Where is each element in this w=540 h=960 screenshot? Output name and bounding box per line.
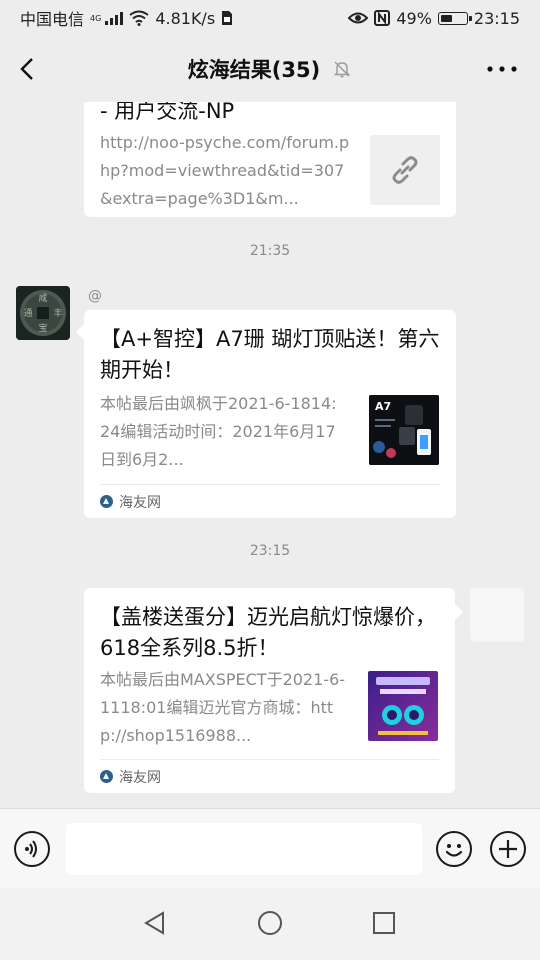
- bubble-tail: [455, 604, 463, 620]
- link-thumbnail: [370, 135, 440, 205]
- link-card-title: 【盖楼送蛋分】迈光启航灯惊爆价，618全系列8.5折！: [100, 605, 436, 660]
- status-left: 中国电信 4G 4.81K/s: [20, 6, 233, 30]
- link-thumbnail: A7: [369, 395, 439, 465]
- emoji-button[interactable]: [436, 831, 472, 867]
- input-bar: [0, 808, 540, 888]
- clock: 23:15: [473, 8, 520, 28]
- back-icon[interactable]: [14, 54, 44, 84]
- voice-icon: [25, 840, 37, 858]
- nfc-icon: [374, 10, 391, 26]
- eye-icon: [348, 12, 369, 24]
- thumb-label: A7: [375, 400, 391, 413]
- more-functions-button[interactable]: [490, 831, 526, 867]
- timestamp: 21:35: [249, 243, 291, 259]
- link-card-footer: 海友网: [100, 759, 439, 793]
- system-navigation-bar: [0, 888, 540, 960]
- plus-icon: [499, 840, 517, 858]
- wifi-icon: [129, 10, 149, 26]
- status-right: 49% 23:15: [348, 9, 520, 28]
- nav-bar: 炫海结果(35): [0, 36, 540, 102]
- svg-text:通: 通: [23, 308, 32, 319]
- link-card-footer: 海友网: [100, 484, 440, 518]
- coin-avatar-image: 咸 宝 通 丰: [16, 286, 70, 340]
- battery-percent: 49%: [396, 8, 432, 28]
- source-icon: [100, 770, 113, 783]
- link-thumbnail: [368, 671, 438, 741]
- home-circle-icon[interactable]: [257, 910, 283, 936]
- svg-text:丰: 丰: [53, 307, 62, 319]
- network-type: 4G: [90, 13, 102, 23]
- sender-name: @: [88, 288, 102, 304]
- source-name: 海友网: [119, 769, 161, 786]
- sim-card-icon: [222, 11, 233, 25]
- link-card-title: 【A+智控】A7珊 瑚灯顶贴送！第六期开始！: [100, 327, 440, 382]
- link-card[interactable]: - 用户交流-NP http://noo-psyche.com/forum.ph…: [84, 102, 456, 217]
- carrier-label: 中国电信: [20, 10, 85, 29]
- chat-area[interactable]: - 用户交流-NP http://noo-psyche.com/forum.ph…: [0, 102, 540, 808]
- svg-text:咸: 咸: [38, 292, 47, 304]
- product-image: A7: [369, 395, 439, 465]
- link-card-desc: 本帖最后由MAXSPECT于2021-6-1118:01编辑迈光官方商城：htt…: [100, 670, 346, 745]
- mute-bell-icon: [334, 61, 351, 78]
- signal-icon: [105, 11, 124, 25]
- link-card-desc: 本帖最后由飒枫于2021-6-1814:24编辑活动时间：2021年6月17日到…: [100, 394, 337, 469]
- svg-text:宝: 宝: [38, 322, 47, 334]
- bubble-tail: [76, 324, 84, 340]
- message-input[interactable]: [66, 823, 422, 875]
- network-speed: 4.81K/s: [155, 8, 216, 28]
- status-bar: 中国电信 4G 4.81K/s 49% 23:15: [0, 0, 540, 36]
- timestamp: 23:15: [249, 543, 291, 559]
- link-card-url: http://noo-psyche.com/forum.php?mod=view…: [100, 133, 350, 208]
- avatar[interactable]: 咸 宝 通 丰: [16, 286, 70, 340]
- recents-square-icon[interactable]: [372, 911, 396, 935]
- back-triangle-icon[interactable]: [142, 910, 168, 936]
- link-icon: [392, 156, 418, 184]
- product-image: [368, 671, 438, 741]
- link-card[interactable]: 【A+智控】A7珊 瑚灯顶贴送！第六期开始！ 本帖最后由飒枫于2021-6-18…: [76, 310, 456, 518]
- source-name: 海友网: [119, 494, 161, 511]
- battery-icon: [437, 11, 472, 25]
- chat-title: 炫海结果(35): [187, 58, 321, 82]
- avatar[interactable]: [470, 588, 524, 642]
- emoji-icon: [445, 844, 463, 857]
- more-options-icon[interactable]: [484, 60, 520, 78]
- voice-button[interactable]: [14, 831, 50, 867]
- link-card-title: - 用户交流-NP: [100, 102, 235, 123]
- link-card[interactable]: 【盖楼送蛋分】迈光启航灯惊爆价，618全系列8.5折！ 本帖最后由MAXSPEC…: [84, 588, 455, 793]
- source-icon: [100, 495, 113, 508]
